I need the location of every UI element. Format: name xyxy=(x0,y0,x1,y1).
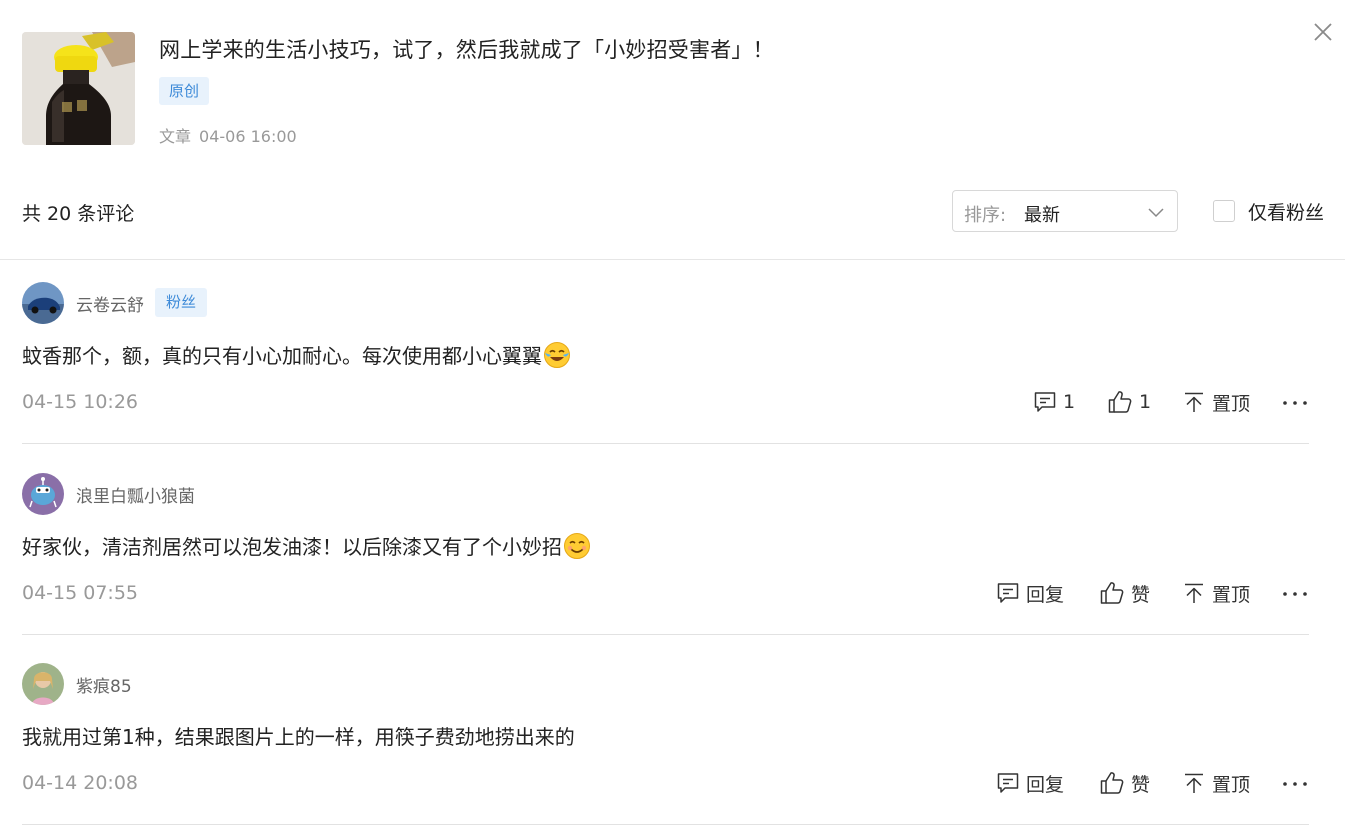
pin-to-top-icon xyxy=(1185,583,1203,603)
close-icon xyxy=(1314,23,1332,41)
thumbs-up-icon xyxy=(1100,582,1124,604)
comment-divider xyxy=(22,443,1309,444)
close-button[interactable] xyxy=(1309,18,1337,46)
like-count: 1 xyxy=(1139,391,1152,413)
crying-laughing-emoji xyxy=(544,342,570,368)
pin-label: 置顶 xyxy=(1212,773,1251,796)
comment-divider xyxy=(22,824,1309,825)
avatar[interactable] xyxy=(22,663,64,705)
comment-icon xyxy=(1034,392,1056,412)
username[interactable]: 浪里白瓢小狼菌 xyxy=(76,482,195,507)
more-button[interactable] xyxy=(1282,394,1310,406)
article-title[interactable]: 网上学来的生活小技巧，试了，然后我就成了「小妙招受害者」！ xyxy=(159,34,774,64)
like-label: 赞 xyxy=(1131,773,1151,796)
pin-to-top-icon xyxy=(1185,392,1203,412)
thumbs-up-icon xyxy=(1108,391,1132,413)
pin-button[interactable]: 置顶 xyxy=(1182,768,1250,798)
fans-only-label: 仅看粉丝 xyxy=(1248,202,1325,224)
like-button[interactable]: 赞 xyxy=(1099,578,1150,608)
pin-label: 置顶 xyxy=(1212,392,1251,415)
comment-text: 蚊香那个，额，真的只有小心加耐心。每次使用都小心翼翼 xyxy=(22,340,571,369)
thumbs-up-icon xyxy=(1100,772,1124,794)
reply-button[interactable]: 1 xyxy=(1033,387,1075,417)
comment-icon xyxy=(997,773,1019,793)
fan-badge: 粉丝 xyxy=(155,288,208,317)
reply-label: 回复 xyxy=(1026,583,1065,606)
like-label: 赞 xyxy=(1131,583,1151,606)
reply-button[interactable]: 回复 xyxy=(996,768,1064,798)
like-button[interactable]: 赞 xyxy=(1099,768,1150,798)
reply-button[interactable]: 回复 xyxy=(996,578,1064,608)
article-meta: 文章 04-06 16:00 xyxy=(159,123,297,147)
reply-label: 回复 xyxy=(1026,773,1065,796)
original-tag: 原创 xyxy=(159,77,210,105)
fans-only-checkbox[interactable] xyxy=(1213,200,1235,222)
comment-item: 云卷云舒 粉丝 蚊香那个，额，真的只有小心加耐心。每次使用都小心翼翼 04-15… xyxy=(22,260,1309,450)
cheeky-smile-emoji xyxy=(564,533,590,559)
comment-text: 我就用过第1种，结果跟图片上的一样，用筷子费劲地捞出来的 xyxy=(22,725,575,749)
reply-count: 1 xyxy=(1063,391,1076,413)
more-icon xyxy=(1283,782,1307,786)
comment-text-body: 蚊香那个，额，真的只有小心加耐心。每次使用都小心翼翼 xyxy=(22,344,542,368)
comment-item: 浪里白瓢小狼菌 好家伙，清洁剂居然可以泡发油漆！以后除漆又有了个小妙招 04-1… xyxy=(22,451,1309,641)
comment-time: 04-15 10:26 xyxy=(22,391,139,413)
comment-time: 04-14 20:08 xyxy=(22,772,139,794)
comment-icon xyxy=(997,583,1019,603)
article-header: 网上学来的生活小技巧，试了，然后我就成了「小妙招受害者」！ 原创 文章 04-06… xyxy=(0,0,1345,170)
more-button[interactable] xyxy=(1282,775,1310,787)
pin-to-top-icon xyxy=(1185,773,1203,793)
comment-count: 共 20 条评论 xyxy=(22,203,135,225)
pin-button[interactable]: 置顶 xyxy=(1182,578,1250,608)
article-type: 文章 xyxy=(159,127,192,146)
more-icon xyxy=(1283,401,1307,405)
sort-prefix: 排序: xyxy=(964,205,1007,226)
username[interactable]: 紫痕85 xyxy=(76,672,132,697)
like-button[interactable]: 1 xyxy=(1107,387,1151,417)
avatar[interactable] xyxy=(22,282,64,324)
username[interactable]: 云卷云舒 xyxy=(76,291,144,316)
pin-button[interactable]: 置顶 xyxy=(1182,387,1250,417)
avatar[interactable] xyxy=(22,473,64,515)
comment-item: 紫痕85 我就用过第1种，结果跟图片上的一样，用筷子费劲地捞出来的 04-14 … xyxy=(22,641,1309,831)
article-thumbnail[interactable] xyxy=(22,32,135,145)
comments-panel: 网上学来的生活小技巧，试了，然后我就成了「小妙招受害者」！ 原创 文章 04-06… xyxy=(0,0,1345,840)
comment-divider xyxy=(22,634,1309,635)
sort-value: 最新 xyxy=(1024,205,1060,226)
more-icon xyxy=(1283,592,1307,596)
comment-text-body: 好家伙，清洁剂居然可以泡发油漆！以后除漆又有了个小妙招 xyxy=(22,535,562,559)
sort-dropdown[interactable]: 排序: 最新 xyxy=(952,190,1178,232)
pin-label: 置顶 xyxy=(1212,583,1251,606)
more-button[interactable] xyxy=(1282,585,1310,597)
comment-text: 好家伙，清洁剂居然可以泡发油漆！以后除漆又有了个小妙招 xyxy=(22,531,591,560)
article-time: 04-06 16:00 xyxy=(199,127,297,146)
comment-time: 04-15 07:55 xyxy=(22,582,139,604)
chevron-down-icon xyxy=(1148,208,1164,218)
